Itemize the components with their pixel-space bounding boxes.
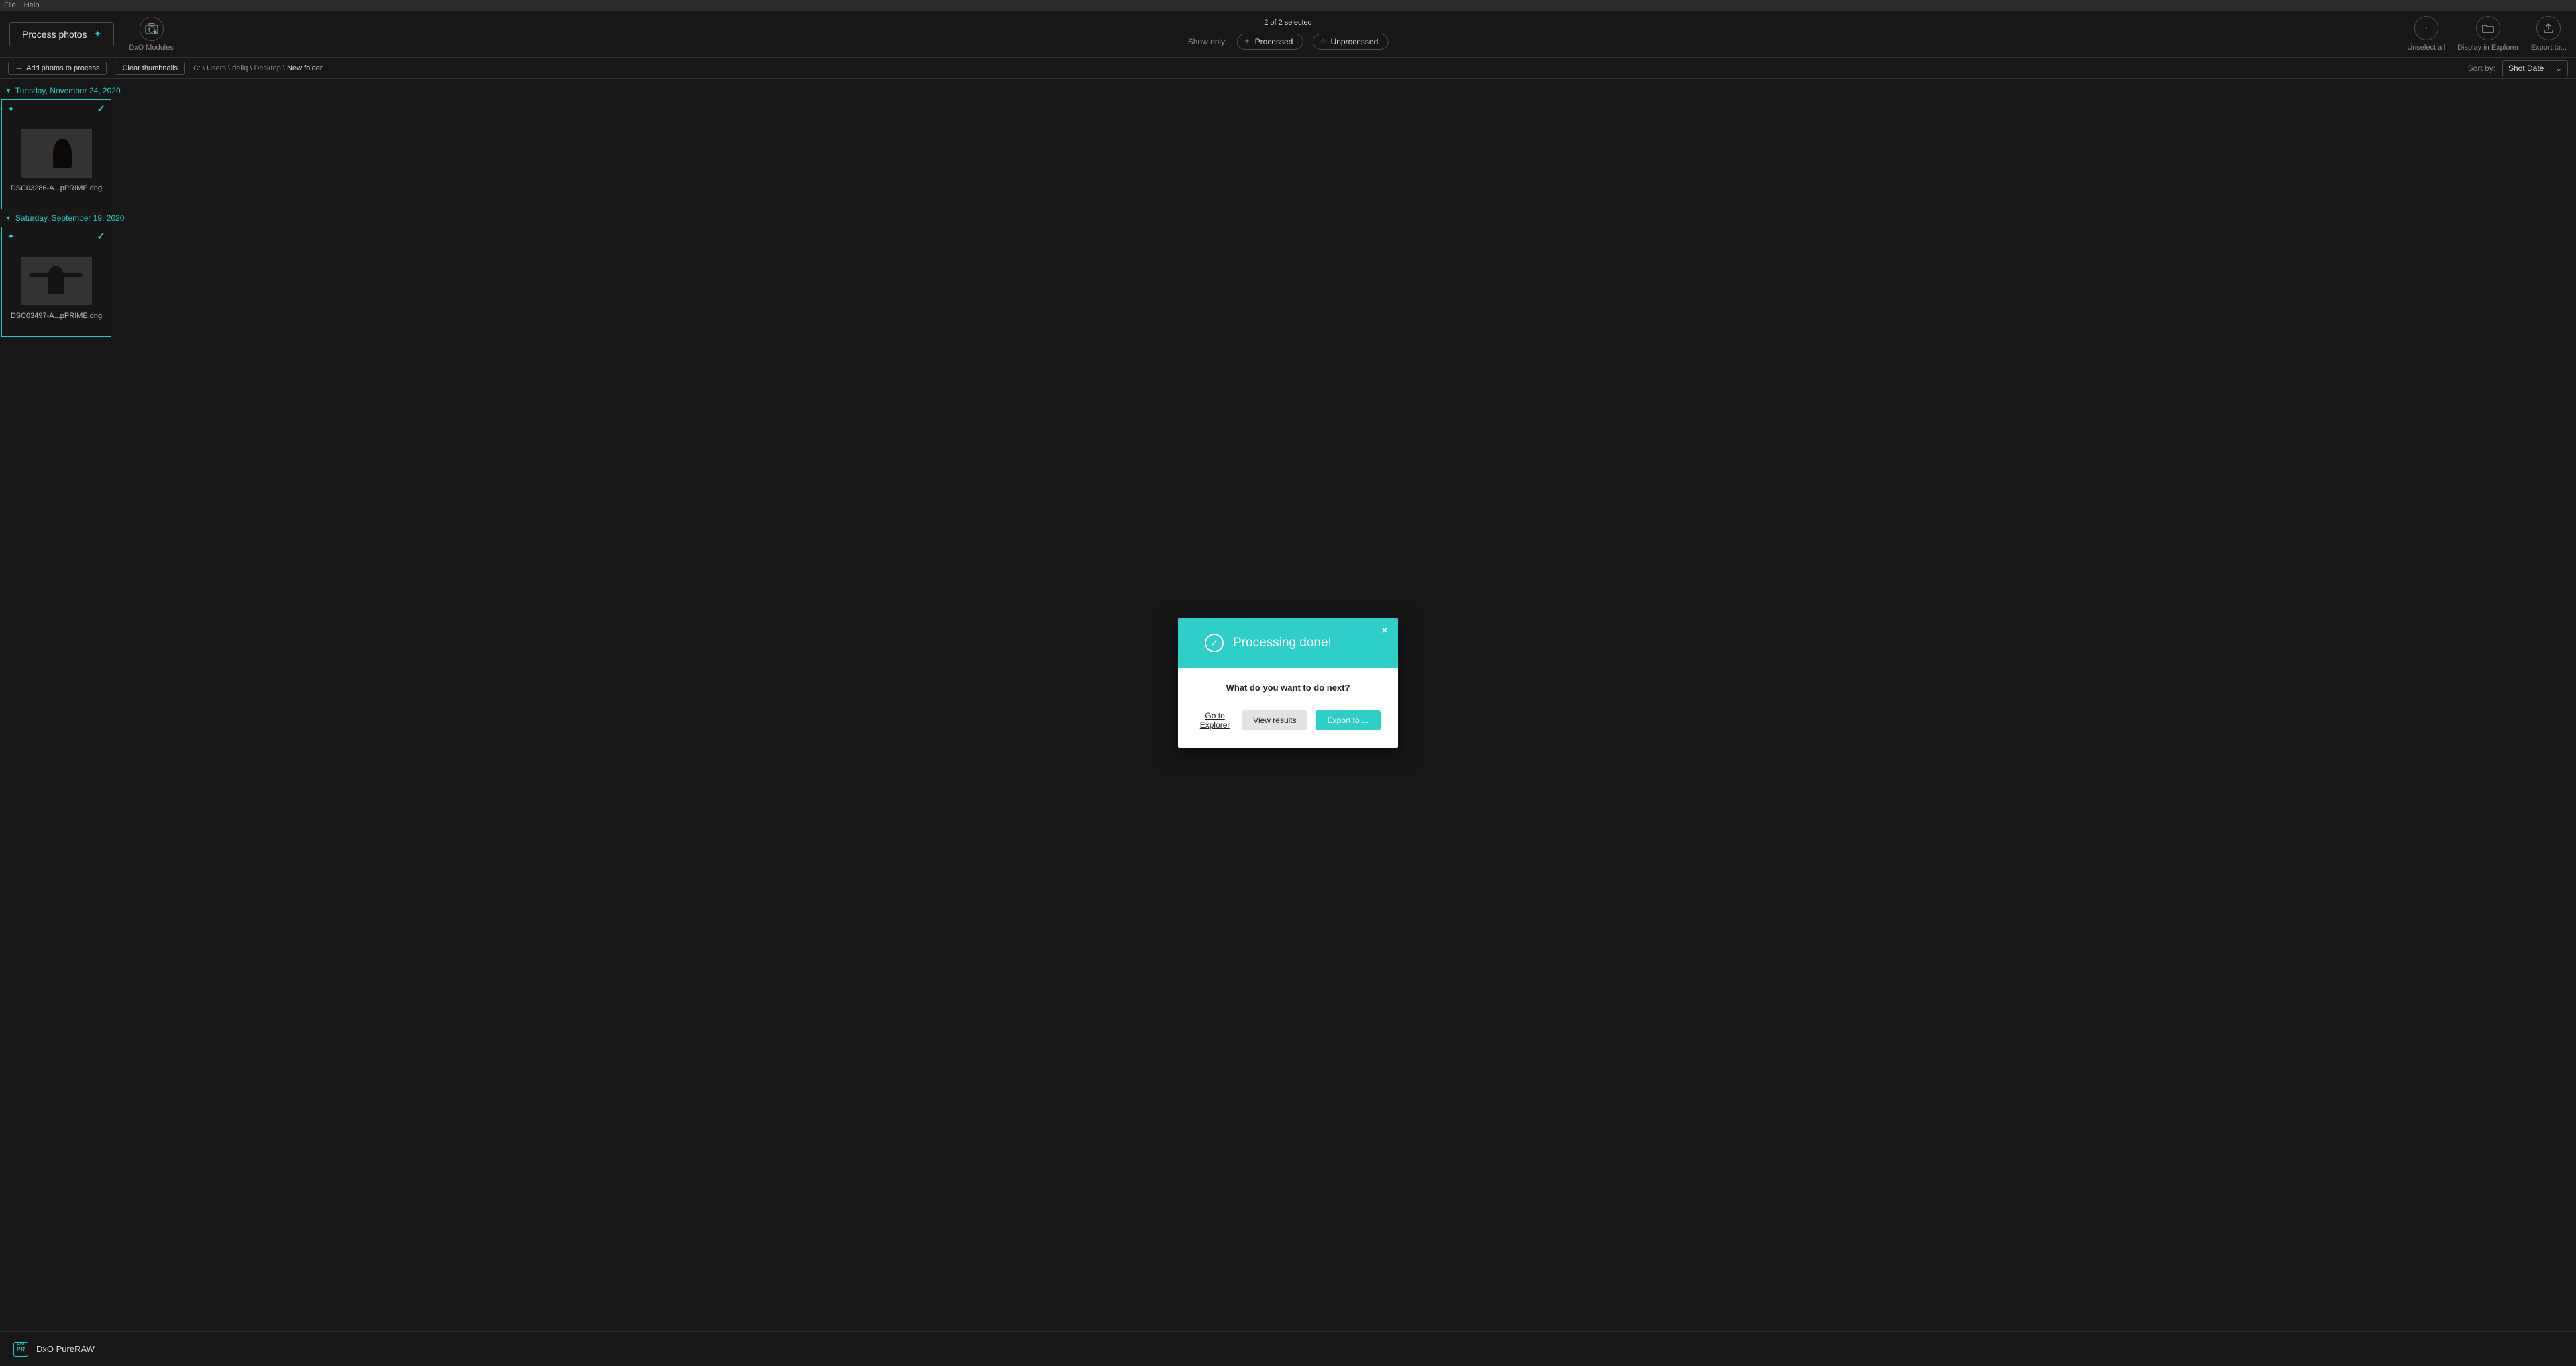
menu-help[interactable]: Help [24, 1, 40, 9]
date-group-header[interactable]: ▼ Tuesday, November 24, 2020 [0, 82, 2576, 99]
chevron-down-icon: ⌄ [2555, 64, 2562, 73]
breadcrumb: C: \ Users \ deliq \ Desktop \ New folde… [193, 64, 323, 72]
sub-toolbar: ＋ Add photos to process Clear thumbnails… [0, 58, 2576, 79]
filter-unprocessed-label: Unprocessed [1331, 37, 1379, 46]
thumbnail-item[interactable]: ✦ ✓ DSC03286-A...pPRIME.dng [1, 99, 111, 209]
sort-dropdown[interactable]: Shot Date ⌄ [2502, 60, 2568, 76]
collapse-icon: ▼ [5, 87, 11, 94]
export-icon [2536, 16, 2561, 40]
unselect-all-button[interactable]: · Unselect all [2407, 16, 2445, 52]
filter-row: Show only: ✦ Processed ✧ Unprocessed [1188, 34, 1389, 50]
sparkle-icon: ✦ [94, 28, 102, 40]
thumbnail-filename: DSC03497-A...pPRIME.dng [11, 312, 102, 320]
dialog-body: What do you want to do next? Go to Explo… [1178, 668, 1398, 748]
filter-unprocessed-button[interactable]: ✧ Unprocessed [1312, 34, 1388, 50]
date-group-header[interactable]: ▼ Saturday, September 19, 2020 [0, 209, 2576, 227]
folder-icon [2476, 16, 2500, 40]
status-bar: PR DxO PureRAW [0, 1331, 2576, 1366]
plus-icon: ＋ [15, 63, 23, 74]
right-toolbar: · Unselect all Display in Explorer Expor… [2407, 16, 2567, 52]
sparkle-outline-icon: ✧ [1320, 37, 1326, 46]
thumbnail-item[interactable]: ✦ ✓ DSC03497-A...pPRIME.dng [1, 227, 111, 337]
show-only-label: Show only: [1188, 37, 1228, 46]
clear-thumbnails-label: Clear thumbnails [122, 64, 178, 72]
add-photos-label: Add photos to process [26, 64, 99, 72]
dialog-header: ✓ Processing done! ✕ [1178, 618, 1398, 668]
filter-processed-button[interactable]: ✦ Processed [1236, 34, 1303, 50]
check-circle-icon: ✓ [1205, 634, 1224, 652]
selected-check-icon: ✓ [97, 230, 105, 242]
export-to-button[interactable]: Export to... [2531, 16, 2567, 52]
display-in-explorer-label: Display in Explorer [2457, 44, 2519, 52]
add-photos-button[interactable]: ＋ Add photos to process [8, 62, 107, 75]
export-to-label: Export to... [2531, 44, 2567, 52]
sort-group: Sort by: Shot Date ⌄ [2468, 60, 2568, 76]
view-results-button[interactable]: View results [1242, 710, 1307, 730]
dialog-question: What do you want to do next? [1195, 683, 1381, 693]
main-toolbar: Process photos ✦ DxO Modules 2 of 2 sele… [0, 11, 2576, 58]
sparkle-icon: ✦ [1244, 37, 1250, 46]
export-to-button[interactable]: Export to ... [1316, 710, 1381, 730]
dialog-actions: Go to Explorer View results Export to ..… [1195, 710, 1381, 730]
date-group-label: Tuesday, November 24, 2020 [15, 86, 121, 95]
dialog-title: Processing done! [1233, 636, 1332, 650]
breadcrumb-path: C: \ Users \ deliq \ Desktop \ [193, 64, 287, 72]
camera-icon [140, 17, 164, 41]
thumbnail-filename: DSC03286-A...pPRIME.dng [11, 184, 102, 192]
thumbnail-image [21, 257, 92, 305]
sort-by-label: Sort by: [2468, 64, 2496, 73]
dxo-modules-button[interactable]: DxO Modules [129, 17, 174, 52]
filter-processed-label: Processed [1255, 37, 1293, 46]
processed-sparkle-icon: ✦ [7, 231, 15, 242]
dxo-modules-label: DxO Modules [129, 44, 174, 52]
menu-bar: File Help [0, 0, 2576, 11]
selected-check-icon: ✓ [97, 103, 105, 115]
menu-file[interactable]: File [4, 1, 16, 9]
sort-value: Shot Date [2508, 64, 2544, 73]
processing-done-dialog: ✓ Processing done! ✕ What do you want to… [1178, 618, 1398, 748]
date-group-label: Saturday, September 19, 2020 [15, 213, 125, 223]
app-name: DxO PureRAW [36, 1344, 95, 1354]
dot-icon: · [2414, 16, 2438, 40]
unselect-all-label: Unselect all [2407, 44, 2445, 52]
center-toolbar: 2 of 2 selected Show only: ✦ Processed ✧… [1188, 19, 1389, 50]
breadcrumb-current: New folder [287, 64, 323, 72]
display-in-explorer-button[interactable]: Display in Explorer [2457, 16, 2519, 52]
clear-thumbnails-button[interactable]: Clear thumbnails [115, 62, 185, 75]
selection-count: 2 of 2 selected [1264, 19, 1312, 27]
processed-sparkle-icon: ✦ [7, 104, 15, 115]
process-photos-button[interactable]: Process photos ✦ [9, 22, 114, 46]
process-photos-label: Process photos [22, 29, 87, 40]
go-to-explorer-link[interactable]: Go to Explorer [1195, 711, 1234, 730]
collapse-icon: ▼ [5, 215, 11, 221]
dialog-close-button[interactable]: ✕ [1381, 625, 1389, 636]
app-logo-icon: PR [13, 1342, 28, 1357]
thumbnail-image [21, 129, 92, 178]
